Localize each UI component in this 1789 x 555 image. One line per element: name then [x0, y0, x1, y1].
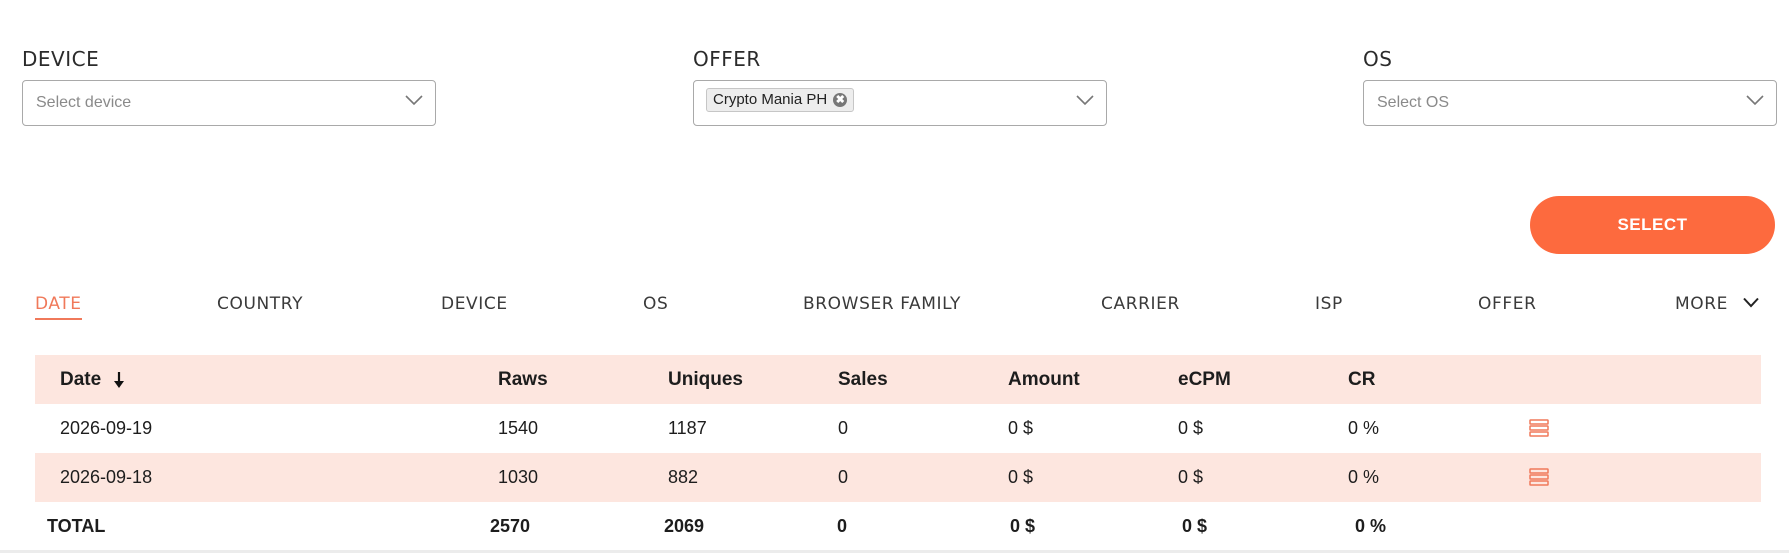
device-select[interactable]: Select device	[22, 80, 436, 126]
details-list-icon[interactable]	[1529, 468, 1549, 486]
cell-date: 2026-09-18	[60, 467, 153, 487]
cell-uniques: 1187	[668, 418, 707, 438]
divider	[0, 550, 1789, 553]
cell-cr: 0 %	[1348, 418, 1380, 438]
device-select-placeholder: Select device	[36, 94, 132, 111]
tab-country[interactable]: COUNTRY	[217, 294, 303, 314]
chevron-down-icon	[405, 95, 423, 106]
cell-ecpm: 0 $	[1178, 467, 1204, 487]
column-header-sales[interactable]: Sales	[838, 355, 888, 404]
os-select[interactable]: Select OS	[1363, 80, 1777, 126]
tab-date[interactable]: DATE	[35, 294, 82, 314]
active-tab-underline	[35, 318, 82, 320]
select-button[interactable]: SELECT	[1530, 196, 1775, 254]
details-list-icon[interactable]	[1529, 419, 1549, 437]
offer-chip-label: Crypto Mania PH	[713, 91, 828, 108]
close-icon[interactable]: ✖	[833, 93, 848, 107]
os-select-placeholder: Select OS	[1377, 94, 1450, 111]
tab-os[interactable]: OS	[643, 294, 668, 314]
tab-carrier[interactable]: CARRIER	[1101, 294, 1180, 314]
cell-amount: 0 $	[1008, 418, 1034, 438]
table-total-row: TOTAL 2570 2069 0 0 $ 0 $ 0 %	[35, 502, 1761, 551]
total-uniques: 2069	[664, 516, 705, 536]
table-header-row: Date Raws Uniques Sales Amount eCPM CR	[35, 355, 1761, 404]
cell-ecpm: 0 $	[1178, 418, 1204, 438]
table-row: 2026-09-18 1030 882 0 0 $ 0 $ 0 %	[35, 453, 1761, 502]
cell-cr: 0 %	[1348, 467, 1380, 487]
os-filter-label: OS	[1363, 47, 1393, 71]
total-sales: 0	[837, 516, 848, 536]
sort-down-arrow-icon[interactable]	[113, 371, 125, 389]
tab-device[interactable]: DEVICE	[441, 294, 508, 314]
total-ecpm: 0 $	[1182, 516, 1208, 536]
column-header-uniques[interactable]: Uniques	[668, 355, 743, 404]
device-filter-label: DEVICE	[22, 47, 100, 71]
column-header-amount[interactable]: Amount	[1008, 355, 1080, 404]
cell-date: 2026-09-19	[60, 418, 153, 438]
cell-sales: 0	[838, 467, 849, 487]
cell-raws: 1540	[498, 418, 539, 438]
total-raws: 2570	[490, 516, 531, 536]
column-header-date[interactable]: Date	[60, 355, 101, 404]
chevron-down-icon	[1076, 95, 1094, 106]
total-amount: 0 $	[1010, 516, 1036, 536]
total-cr: 0 %	[1355, 516, 1387, 536]
chevron-down-icon	[1746, 95, 1764, 106]
cell-uniques: 882	[668, 467, 699, 487]
table-row: 2026-09-19 1540 1187 0 0 $ 0 $ 0 %	[35, 404, 1761, 453]
total-label: TOTAL	[47, 516, 106, 536]
tab-isp[interactable]: ISP	[1315, 294, 1343, 314]
tab-offer[interactable]: OFFER	[1478, 294, 1537, 314]
tab-more[interactable]: MORE	[1675, 294, 1728, 314]
chevron-down-icon[interactable]	[1743, 297, 1759, 308]
offer-selected-chip: Crypto Mania PH ✖	[706, 88, 855, 112]
tab-browser-family[interactable]: BROWSER FAMILY	[803, 294, 961, 314]
offer-filter-label: OFFER	[693, 47, 761, 71]
column-header-cr[interactable]: CR	[1348, 355, 1375, 404]
column-header-raws[interactable]: Raws	[498, 355, 548, 404]
cell-amount: 0 $	[1008, 467, 1034, 487]
column-header-ecpm[interactable]: eCPM	[1178, 355, 1231, 404]
cell-sales: 0	[838, 418, 849, 438]
cell-raws: 1030	[498, 467, 539, 487]
offer-select[interactable]: Crypto Mania PH ✖	[693, 80, 1107, 126]
